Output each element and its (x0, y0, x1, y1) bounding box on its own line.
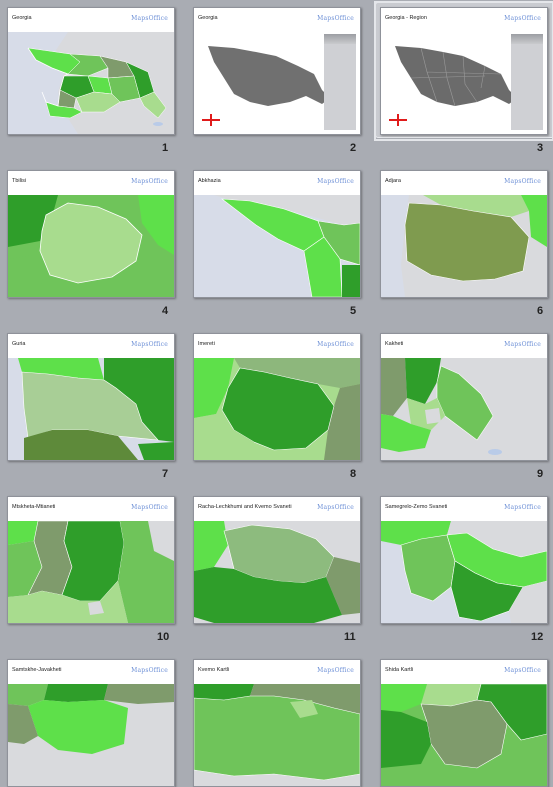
georgia-regions-map (8, 32, 174, 134)
mapsoffice-logo: MapsOffice (131, 341, 168, 348)
slide-thumbnail-2[interactable]: Georgia MapsOffice (193, 7, 361, 135)
samtskhe-javakheti-map (8, 684, 174, 786)
slide-thumbnail-3[interactable]: Georgia - Region MapsOffice (374, 1, 553, 141)
slide-title: Tbilisi (12, 178, 27, 184)
slide-title: Shida Kartli (385, 667, 414, 673)
slide-header: Shida Kartli MapsOffice (381, 660, 547, 684)
georgia-region-outline-map (381, 32, 547, 134)
slide-header: Georgia - Region MapsOffice (381, 8, 547, 32)
side-panel (324, 34, 356, 130)
slide-thumbnail-12[interactable]: Samegrelo-Zemo Svaneti MapsOffice (380, 496, 548, 624)
samegrelo-map (381, 521, 547, 623)
slide-number: 7 (162, 468, 169, 480)
racha-lechkhumi-map (194, 521, 360, 623)
kakheti-map (381, 358, 547, 460)
slide-thumbnail-1[interactable]: Georgia MapsOffice (7, 7, 175, 135)
slide-header: Kvemo Kartli MapsOffice (194, 660, 360, 684)
slide-title: Kvemo Kartli (198, 667, 230, 673)
georgia-flag-icon (389, 114, 407, 126)
mapsoffice-logo: MapsOffice (504, 341, 541, 348)
slide-thumbnail-11[interactable]: Racha-Lechkhumi and Kvemo Svaneti MapsOf… (193, 496, 361, 624)
georgia-outline-map (194, 32, 360, 134)
mapsoffice-logo: MapsOffice (504, 178, 541, 185)
mapsoffice-logo: MapsOffice (504, 504, 541, 511)
slide-header: Georgia MapsOffice (194, 8, 360, 32)
slide-thumbnail-13[interactable]: Samtskhe-Javakheti MapsOffice (7, 659, 175, 787)
slide-title: Georgia (198, 15, 218, 21)
mapsoffice-logo: MapsOffice (317, 178, 354, 185)
slide-title: Adjara (385, 178, 401, 184)
slide-title: Samtskhe-Javakheti (12, 667, 62, 673)
slide-header: Kakheti MapsOffice (381, 334, 547, 358)
slide-thumbnail-15[interactable]: Shida Kartli MapsOffice (380, 659, 548, 787)
slide-header: Mtskheta-Mtianeti MapsOffice (8, 497, 174, 521)
slide-header: Abkhazia MapsOffice (194, 171, 360, 195)
slide-number: 8 (350, 468, 357, 480)
slide-header: Samtskhe-Javakheti MapsOffice (8, 660, 174, 684)
slide-header: Tbilisi MapsOffice (8, 171, 174, 195)
slide-title: Abkhazia (198, 178, 221, 184)
mapsoffice-logo: MapsOffice (504, 15, 541, 22)
abkhazia-map (194, 195, 360, 297)
tbilisi-map (8, 195, 174, 297)
slide-number: 9 (537, 468, 544, 480)
slide-thumbnail-7[interactable]: Guria MapsOffice (7, 333, 175, 461)
adjara-map (381, 195, 547, 297)
slide-title: Georgia - Region (385, 15, 427, 21)
mtskheta-mtianeti-map (8, 521, 174, 623)
slide-header: Imereti MapsOffice (194, 334, 360, 358)
mapsoffice-logo: MapsOffice (131, 667, 168, 674)
mapsoffice-logo: MapsOffice (131, 504, 168, 511)
imereti-map (194, 358, 360, 460)
slide-title: Imereti (198, 341, 215, 347)
guria-map (8, 358, 174, 460)
side-panel (511, 34, 543, 130)
kvemo-kartli-map (194, 684, 360, 786)
slide-thumbnail-8[interactable]: Imereti MapsOffice (193, 333, 361, 461)
slide-header: Georgia MapsOffice (8, 8, 174, 32)
slide-thumbnail-9[interactable]: Kakheti MapsOffice (380, 333, 548, 461)
slide-thumbnail-6[interactable]: Adjara MapsOffice (380, 170, 548, 298)
slide-number: 10 (157, 631, 170, 643)
slide-title: Georgia (12, 15, 32, 21)
slide-header: Samegrelo-Zemo Svaneti MapsOffice (381, 497, 547, 521)
slide-title: Mtskheta-Mtianeti (12, 504, 56, 510)
mapsoffice-logo: MapsOffice (131, 15, 168, 22)
slide-title: Samegrelo-Zemo Svaneti (385, 504, 448, 510)
slide-header: Racha-Lechkhumi and Kvemo Svaneti MapsOf… (194, 497, 360, 521)
slide-title: Racha-Lechkhumi and Kvemo Svaneti (198, 504, 292, 510)
mapsoffice-logo: MapsOffice (504, 667, 541, 674)
slide-title: Kakheti (385, 341, 404, 347)
mapsoffice-logo: MapsOffice (317, 667, 354, 674)
mapsoffice-logo: MapsOffice (317, 504, 354, 511)
slide-header: Guria MapsOffice (8, 334, 174, 358)
mapsoffice-logo: MapsOffice (317, 15, 354, 22)
mapsoffice-logo: MapsOffice (131, 178, 168, 185)
slide-number: 12 (531, 631, 544, 643)
slide-number: 4 (162, 305, 169, 317)
slide-number: 6 (537, 305, 544, 317)
mapsoffice-logo: MapsOffice (317, 341, 354, 348)
georgia-flag-icon (202, 114, 220, 126)
slide-thumbnail-4[interactable]: Tbilisi MapsOffice (7, 170, 175, 298)
slide-number: 1 (162, 142, 169, 154)
slide-thumbnail-5[interactable]: Abkhazia MapsOffice (193, 170, 361, 298)
slide-thumbnail-10[interactable]: Mtskheta-Mtianeti MapsOffice (7, 496, 175, 624)
slide-thumbnail-14[interactable]: Kvemo Kartli MapsOffice (193, 659, 361, 787)
slide-header: Adjara MapsOffice (381, 171, 547, 195)
slide-title: Guria (12, 341, 26, 347)
slide-sorter-grid: Georgia MapsOffice 1 Georgia MapsOffice … (0, 0, 553, 787)
slide-number: 2 (350, 142, 357, 154)
slide-number: 3 (537, 142, 544, 154)
slide-number: 11 (344, 631, 356, 643)
shida-kartli-map (381, 684, 547, 786)
slide-number: 5 (350, 305, 357, 317)
